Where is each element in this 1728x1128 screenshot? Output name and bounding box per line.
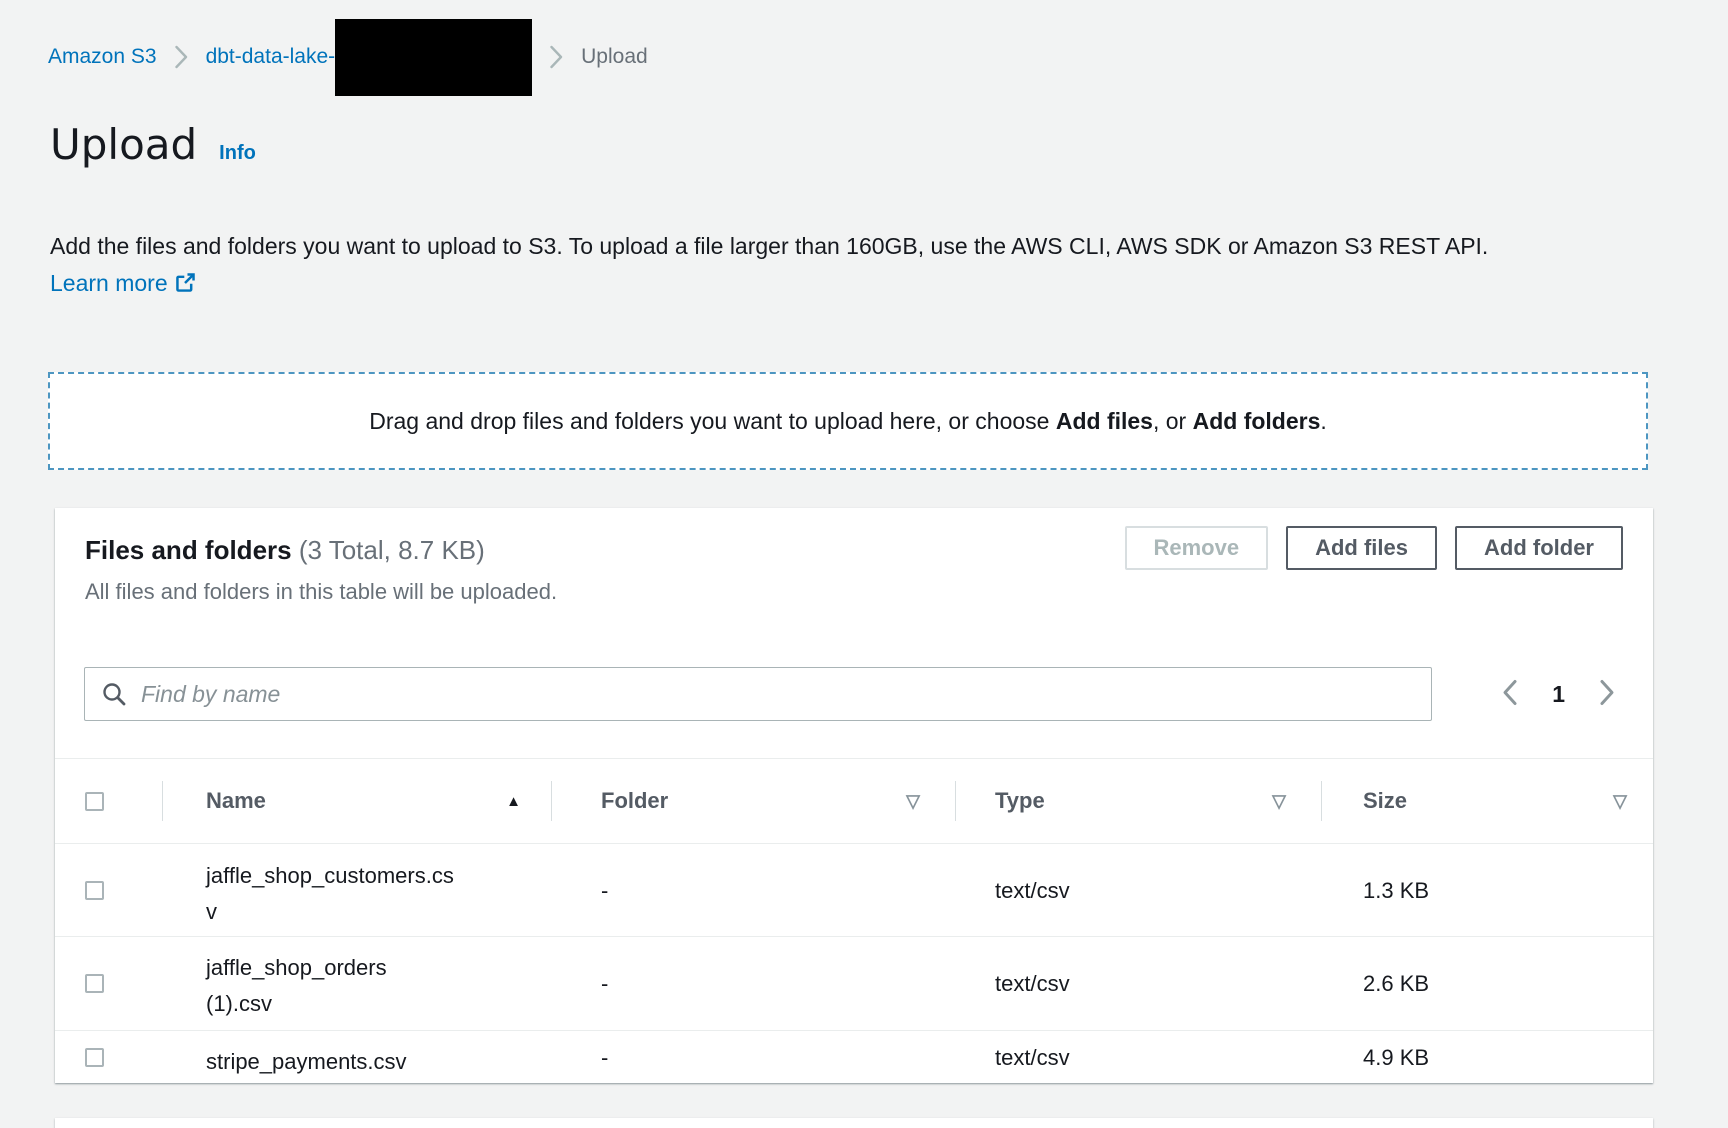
file-type: text/csv [955, 937, 1321, 1030]
table-row: jaffle_shop_customers.csv - text/csv 1.3… [55, 845, 1653, 937]
breadcrumb-chevron-icon [550, 45, 563, 69]
file-size: 1.3 KB [1321, 845, 1653, 936]
intro-sentence: Add the files and folders you want to up… [50, 233, 1488, 259]
pagination: 1 [1502, 667, 1615, 721]
panel-description: All files and folders in this table will… [85, 579, 557, 605]
sort-icon[interactable]: ▽ [1613, 791, 1627, 812]
sort-icon[interactable]: ▽ [1272, 791, 1286, 812]
dropzone-text: Drag and drop files and folders you want… [369, 408, 1327, 435]
files-panel: Files and folders (3 Total, 8.7 KB) All … [55, 508, 1653, 1083]
file-size: 4.9 KB [1321, 1031, 1653, 1084]
file-folder: - [551, 937, 955, 1030]
breadcrumb-bucket: dbt-data-lake- [206, 19, 533, 96]
chevron-right-icon [1599, 679, 1615, 709]
info-link[interactable]: Info [219, 142, 256, 165]
current-page[interactable]: 1 [1552, 681, 1565, 708]
external-link-icon [174, 273, 196, 299]
row-checkbox[interactable] [85, 974, 104, 993]
row-checkbox[interactable] [85, 1048, 104, 1067]
add-files-button[interactable]: Add files [1286, 526, 1437, 570]
panel-actions: Remove Add files Add folder [1125, 526, 1624, 570]
title-row: Upload Info [50, 120, 256, 169]
file-folder: - [551, 845, 955, 936]
next-section-panel [55, 1118, 1653, 1128]
breadcrumb-link-bucket[interactable]: dbt-data-lake- [206, 45, 336, 69]
redacted-bucket-name [335, 19, 532, 96]
previous-page-button[interactable] [1502, 679, 1518, 709]
page-title: Upload [50, 120, 197, 169]
search-box [84, 667, 1432, 721]
sort-icon[interactable]: ▽ [906, 791, 920, 812]
search-icon [101, 681, 127, 707]
column-header-folder[interactable]: Folder ▽ [551, 759, 955, 843]
s3-upload-page: Amazon S3 dbt-data-lake- Upload Upload I… [0, 0, 1728, 1128]
add-folder-button[interactable]: Add folder [1455, 526, 1623, 570]
file-name: jaffle_shop_orders (1).csv [206, 950, 458, 1022]
breadcrumb-link-amazon-s3[interactable]: Amazon S3 [48, 45, 157, 69]
remove-button[interactable]: Remove [1125, 526, 1269, 570]
file-name: jaffle_shop_customers.csv [206, 858, 458, 930]
column-header-type[interactable]: Type ▽ [955, 759, 1321, 843]
panel-counter: (3 Total, 8.7 KB) [299, 535, 485, 565]
next-page-button[interactable] [1599, 679, 1615, 709]
breadcrumb: Amazon S3 dbt-data-lake- Upload [48, 18, 648, 96]
chevron-left-icon [1502, 679, 1518, 709]
learn-more-link[interactable]: Learn more [50, 270, 196, 296]
select-all-checkbox[interactable] [85, 792, 104, 811]
file-type: text/csv [955, 845, 1321, 936]
breadcrumb-chevron-icon [175, 45, 188, 69]
breadcrumb-current: Upload [581, 45, 648, 69]
file-type: text/csv [955, 1031, 1321, 1084]
dropzone-add-files-label: Add files [1056, 408, 1153, 434]
table-row: jaffle_shop_orders (1).csv - text/csv 2.… [55, 937, 1653, 1031]
column-header-size[interactable]: Size ▽ [1321, 759, 1653, 843]
sort-ascending-icon[interactable]: ▲ [506, 793, 521, 810]
file-name: stripe_payments.csv [206, 1044, 458, 1080]
intro-text: Add the files and folders you want to up… [50, 228, 1502, 305]
row-checkbox[interactable] [85, 881, 104, 900]
column-header-name[interactable]: Name ▲ [162, 759, 551, 843]
file-size: 2.6 KB [1321, 937, 1653, 1030]
panel-title: Files and folders [85, 535, 292, 565]
table-row: stripe_payments.csv - text/csv 4.9 KB [55, 1031, 1653, 1084]
table-header: Name ▲ Folder ▽ Type ▽ Size ▽ [55, 758, 1653, 844]
dropzone[interactable]: Drag and drop files and folders you want… [48, 372, 1648, 470]
search-input[interactable] [139, 680, 1431, 709]
file-folder: - [551, 1031, 955, 1084]
dropzone-add-folders-label: Add folders [1193, 408, 1321, 434]
panel-heading: Files and folders (3 Total, 8.7 KB) All … [85, 534, 557, 605]
